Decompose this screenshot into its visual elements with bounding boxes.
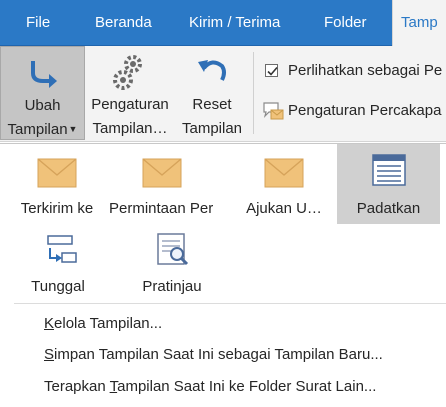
checkmark-icon	[267, 66, 278, 76]
accelerator-key: K	[44, 315, 55, 332]
apply-view-to-folders-menu-item[interactable]: Terapkan Tampilan Saat Ini ke Folder Sur…	[44, 378, 376, 400]
conversation-settings-button[interactable]: Pengaturan Percakapa	[262, 98, 446, 124]
change-view-icon	[30, 61, 57, 88]
show-as-conversations-checkbox[interactable]: Perlihatkan sebagai Pe	[262, 58, 446, 84]
preview-icon	[157, 233, 189, 266]
save-current-view-menu-item[interactable]: Simpan Tampilan Saat Ini sebagai Tampila…	[44, 346, 383, 368]
envelope-icon	[37, 158, 77, 188]
change-view-button[interactable]: Ubah Tampilan▼	[0, 46, 85, 140]
view-settings-label-2: Tampilan…	[92, 120, 168, 137]
ribbon-group-separator	[253, 52, 254, 134]
view-option-tunggal[interactable]: Tunggal	[8, 230, 108, 306]
view-option-terkirim-ke[interactable]: Terkirim ke	[7, 148, 107, 224]
view-settings-label-1: Pengaturan	[91, 96, 169, 113]
compact-list-icon	[371, 154, 406, 186]
ribbon-tab-bar: File Beranda Kirim / Terima Folder Tamp	[0, 0, 446, 47]
single-list-icon	[47, 235, 77, 263]
view-option-label: Terkirim ke	[20, 200, 94, 217]
view-option-label: Padatkan	[356, 200, 421, 217]
reset-view-label-1: Reset	[192, 96, 232, 113]
menu-separator	[14, 303, 446, 304]
tab-kirim-terima[interactable]: Kirim / Terima	[189, 0, 280, 46]
accelerator-key: T	[109, 378, 118, 395]
view-option-label: Ajukan U…	[246, 200, 322, 217]
change-view-gallery: Terkirim ke Permintaan Per… Ajukan U… Pa…	[0, 143, 446, 407]
reset-arrow-icon	[198, 60, 226, 81]
tab-file[interactable]: File	[26, 0, 50, 46]
conversation-settings-icon	[263, 102, 284, 120]
manage-views-menu-item[interactable]: Kelola Tampilan...	[44, 315, 162, 337]
envelope-icon	[142, 158, 182, 188]
conversation-settings-label: Pengaturan Percakapa	[288, 102, 442, 119]
tab-folder[interactable]: Folder	[324, 0, 367, 46]
show-as-conversations-label: Perlihatkan sebagai Pe	[288, 62, 443, 79]
view-option-padatkan[interactable]: Padatkan	[337, 144, 440, 224]
view-option-label: Permintaan Per…	[109, 200, 215, 217]
reset-view-label-2: Tampilan	[181, 120, 243, 137]
view-option-label: Tunggal	[31, 278, 85, 295]
ribbon-panel: Ubah Tampilan▼ Pengaturan Tampilan… Rese…	[0, 46, 446, 142]
view-option-pratinjau[interactable]: Pratinjau	[122, 230, 222, 306]
change-view-label-2: Tampilan▼	[7, 121, 78, 138]
tab-tampilan[interactable]: Tamp	[392, 0, 446, 47]
dropdown-caret-icon: ▼	[68, 124, 78, 134]
view-option-label: Pratinjau	[142, 278, 202, 295]
reset-view-button[interactable]: Reset Tampilan	[175, 46, 249, 140]
view-option-permintaan[interactable]: Permintaan Per…	[109, 148, 215, 224]
gears-icon	[113, 55, 142, 90]
tab-beranda[interactable]: Beranda	[95, 0, 152, 46]
change-view-label-1: Ubah	[24, 97, 61, 114]
accelerator-key: S	[44, 346, 55, 363]
view-settings-button[interactable]: Pengaturan Tampilan…	[87, 46, 173, 140]
envelope-icon	[264, 158, 304, 188]
checkbox[interactable]	[265, 64, 278, 77]
view-option-ajukan[interactable]: Ajukan U…	[234, 148, 334, 224]
